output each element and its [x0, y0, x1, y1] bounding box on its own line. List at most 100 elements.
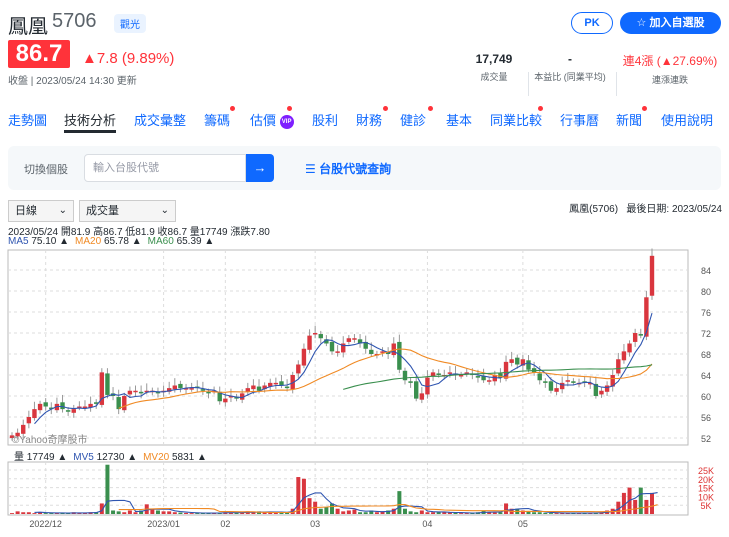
volume-bar — [189, 513, 194, 514]
candle — [408, 381, 413, 383]
volume-bar — [161, 511, 166, 514]
candle — [430, 372, 436, 377]
price-tick-label: 56 — [701, 413, 711, 423]
volume-bar — [127, 510, 132, 514]
candle — [318, 334, 323, 339]
volume-bar — [436, 512, 441, 514]
candle — [138, 391, 144, 394]
volume-bar — [21, 512, 26, 514]
watermark: ©Yahoo奇摩股市 — [12, 433, 88, 446]
volume-bar — [504, 503, 509, 514]
volume-bar — [15, 511, 20, 514]
volume-bar — [296, 477, 301, 514]
candle — [21, 424, 26, 434]
volume-bar — [122, 512, 127, 514]
candle — [206, 391, 211, 394]
volume-bar — [26, 512, 31, 514]
volume-bar — [358, 512, 363, 514]
candle — [548, 381, 554, 391]
volume-bar — [408, 511, 413, 514]
volume-bar — [324, 506, 329, 514]
candle — [616, 359, 621, 374]
price-tick-label: 80 — [701, 287, 711, 297]
candle — [178, 383, 183, 389]
candle — [133, 390, 138, 393]
candle — [60, 402, 65, 410]
candle — [554, 388, 559, 392]
candle — [32, 409, 37, 419]
candle — [329, 341, 335, 352]
candle — [515, 357, 520, 365]
price-tick-label: 52 — [701, 434, 711, 444]
candle — [307, 335, 312, 350]
volume-bar — [335, 508, 340, 514]
candle — [526, 360, 531, 370]
volume-bar — [43, 513, 48, 514]
candle — [284, 386, 290, 389]
candle — [638, 334, 643, 336]
candle — [509, 359, 514, 363]
candle — [632, 333, 638, 342]
x-tick-label: 02 — [220, 519, 230, 529]
candle — [26, 417, 32, 424]
candle — [127, 390, 133, 395]
volume-bar — [459, 513, 464, 514]
volume-bar — [431, 512, 436, 514]
volume-bar — [414, 512, 419, 514]
volume-bar — [633, 499, 638, 514]
volume-tick-label: 25K — [698, 466, 714, 476]
candle — [37, 403, 43, 411]
candle — [649, 255, 655, 296]
volume-bar — [133, 512, 138, 514]
candle — [172, 385, 178, 390]
price-tick-label: 60 — [701, 392, 711, 402]
volume-bar — [32, 513, 37, 514]
volume-bar — [330, 503, 334, 514]
volume-bar — [638, 487, 643, 514]
x-tick-label: 2023/01 — [147, 519, 180, 529]
candle — [296, 364, 301, 374]
volume-bar — [532, 512, 537, 514]
candle — [273, 382, 279, 385]
volume-bar — [352, 509, 357, 514]
volume-bar — [178, 512, 183, 514]
candle — [251, 385, 256, 390]
candle — [122, 396, 127, 411]
volume-bar — [307, 498, 312, 514]
candle — [223, 398, 228, 403]
price-tick-label: 68 — [701, 350, 711, 360]
x-tick-label: 2022/12 — [29, 519, 62, 529]
volume-bar — [650, 492, 654, 514]
candle — [537, 373, 542, 381]
volume-bar — [341, 511, 346, 514]
candle — [475, 376, 481, 378]
candle — [621, 351, 627, 361]
candle — [301, 348, 307, 366]
price-tick-label: 76 — [701, 308, 711, 318]
candle — [447, 372, 453, 374]
volume-bar — [492, 512, 497, 514]
candle — [105, 373, 110, 395]
volume-tick-label: 20K — [698, 475, 714, 485]
candle — [43, 402, 48, 407]
candle — [71, 409, 76, 413]
volume-bar — [105, 464, 110, 514]
volume-bar — [537, 512, 542, 514]
candle — [559, 382, 565, 390]
candle — [627, 343, 632, 353]
volume-bar — [155, 510, 160, 514]
price-panel — [7, 249, 689, 446]
candle — [414, 381, 419, 399]
candle — [65, 410, 71, 412]
candle — [599, 390, 604, 395]
x-tick-label: 05 — [518, 519, 528, 529]
x-tick-label: 03 — [310, 519, 320, 529]
volume-bar — [453, 512, 458, 514]
stock-chart: 52 56 60 64 68 72 76 80 84 5K10K15K20K25K 2022/12 2… — [7, 248, 714, 529]
volume-bar — [402, 508, 407, 514]
price-tick-label: 72 — [701, 329, 711, 339]
x-tick-label: 04 — [422, 519, 432, 529]
volume-bar — [346, 510, 351, 514]
candle — [402, 370, 408, 381]
volume-bar — [167, 511, 172, 514]
